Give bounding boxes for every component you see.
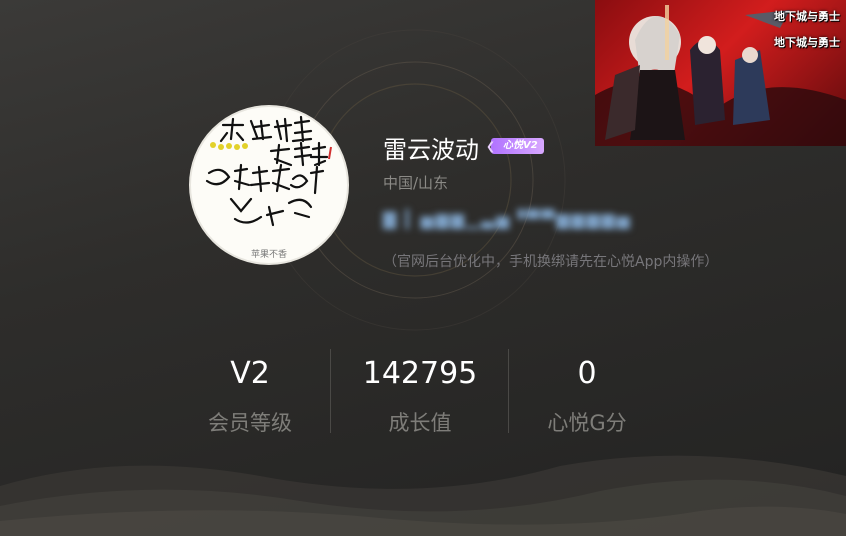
stat-label: 心悦G分 bbox=[547, 411, 627, 435]
game-logo: 地下城与勇士 bbox=[774, 36, 840, 49]
wing-icon: ❮ bbox=[486, 140, 496, 153]
stat-value: V2 bbox=[230, 356, 270, 391]
stat-member-level: V2 会员等级 bbox=[180, 355, 320, 437]
stat-label: 成长值 bbox=[388, 411, 452, 435]
phone-number-masked: ▇ ▎▅▆▆▁▃▅▝▀▀▆▆▆▆▅ bbox=[383, 210, 632, 230]
bottom-wave-decoration bbox=[0, 455, 846, 536]
stat-value: 0 bbox=[577, 356, 597, 391]
game-banner[interactable]: 地下城与勇士 地下城与勇士 bbox=[595, 0, 846, 146]
vip-badge: ❮ 心悦V2 bbox=[486, 138, 544, 154]
avatar[interactable]: 苹果不香 bbox=[189, 105, 349, 265]
divider bbox=[508, 349, 509, 433]
location: 中国/山东 bbox=[383, 174, 449, 192]
avatar-handwriting-image bbox=[205, 115, 332, 227]
divider bbox=[330, 349, 331, 433]
stat-value: 142795 bbox=[362, 356, 478, 391]
vip-badge-label: 心悦V2 bbox=[503, 140, 538, 151]
stat-label: 会员等级 bbox=[208, 411, 292, 435]
stat-growth-value: 142795 成长值 bbox=[350, 355, 490, 437]
avatar-caption: 苹果不香 bbox=[250, 250, 287, 260]
nickname: 雷云波动 bbox=[383, 136, 479, 164]
phone-rebind-notice: （官网后台优化中，手机换绑请先在心悦App内操作） bbox=[383, 254, 719, 270]
game-logo: 地下城与勇士 bbox=[774, 10, 840, 23]
stat-g-points: 0 心悦G分 bbox=[517, 355, 657, 437]
